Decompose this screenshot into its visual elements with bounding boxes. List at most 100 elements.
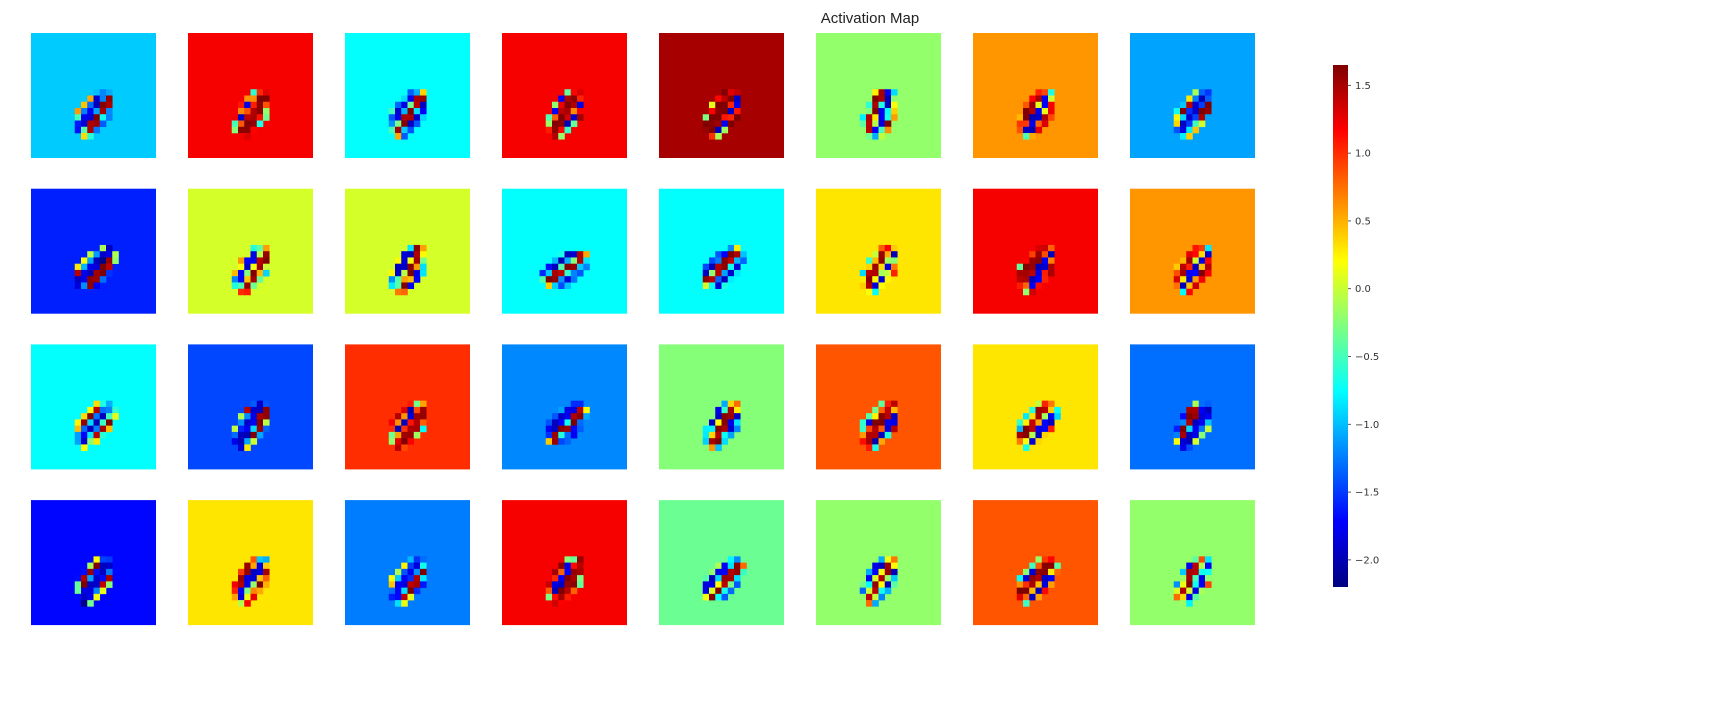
activation-pixel [263, 263, 270, 271]
activation-pixel [564, 251, 572, 258]
activation-pixel [721, 108, 729, 115]
activation-pixel [570, 568, 578, 576]
activation-pixel [263, 556, 270, 563]
activation-pixel [1029, 269, 1036, 277]
activation-pixel [570, 406, 578, 414]
activation-pixel [891, 263, 898, 271]
activation-pixel [1041, 114, 1049, 121]
activation-pixel [1186, 133, 1193, 140]
activation-map-25 [31, 500, 156, 626]
activation-pixel [395, 101, 402, 109]
activation-pixel [552, 133, 559, 140]
activation-pixel [1023, 581, 1030, 588]
activation-pixel [256, 413, 264, 420]
activation-pixel [727, 556, 735, 563]
activation-pixel [884, 568, 892, 576]
activation-pixel [721, 438, 729, 445]
activation-pixel [564, 263, 572, 271]
activation-pixel [1186, 282, 1193, 289]
activation-pixel [702, 114, 710, 121]
activation-pixel [1180, 263, 1187, 271]
activation-pixel [727, 269, 735, 277]
activation-pixel [1029, 114, 1036, 121]
activation-pixel [1023, 568, 1030, 576]
activation-pixel [238, 257, 245, 264]
activation-map-2 [188, 33, 313, 158]
activation-pixel [878, 276, 886, 283]
activation-pixel [1041, 89, 1049, 96]
activation-pixel [1016, 438, 1024, 445]
activation-pixel [884, 89, 892, 96]
activation-pixel [709, 425, 716, 433]
activation-pixel [231, 114, 239, 121]
activation-pixel [709, 587, 716, 595]
activation-pixel [721, 581, 729, 588]
activation-pixel [420, 413, 427, 420]
activation-map-14 [816, 188, 941, 314]
activation-pixel [545, 438, 553, 445]
activation-pixel [872, 120, 879, 128]
activation-pixel [81, 438, 88, 445]
activation-pixel [413, 120, 421, 128]
activation-pixel [1192, 593, 1200, 601]
activation-pixel [81, 593, 88, 601]
activation-pixel [74, 419, 82, 426]
activation-pixel [1173, 276, 1181, 283]
activation-pixel [1198, 95, 1206, 103]
activation-pixel [709, 120, 716, 128]
activation-pixel [577, 568, 584, 576]
activation-pixel [1192, 244, 1200, 252]
activation-pixel [250, 257, 258, 264]
activation-pixel [87, 419, 94, 426]
activation-pixel [878, 431, 886, 439]
activation-pixel [702, 126, 710, 134]
activation-pixel [564, 282, 572, 289]
activation-map-22 [816, 344, 941, 470]
activation-pixel [420, 406, 427, 414]
activation-pixel [388, 276, 396, 283]
activation-pixel [413, 114, 421, 121]
activation-pixel [878, 263, 886, 271]
activation-pixel [1029, 568, 1036, 576]
activation-pixel [878, 556, 886, 563]
activation-pixel [1029, 126, 1036, 134]
activation-pixel [1198, 120, 1206, 128]
activation-pixel [715, 282, 722, 289]
activation-pixel [884, 257, 892, 264]
activation-pixel [407, 251, 415, 258]
activation-pixel [558, 133, 565, 140]
activation-pixel [734, 562, 741, 570]
activation-pixel [878, 400, 886, 408]
activation-pixel [1023, 431, 1030, 439]
activation-pixel [1198, 276, 1206, 283]
activation-pixel [106, 101, 113, 109]
activation-pixel [1186, 425, 1193, 433]
activation-pixel [244, 587, 251, 595]
activation-pixel [420, 89, 427, 96]
activation-pixel [552, 431, 559, 439]
activation-pixel [1029, 133, 1036, 140]
activation-pixel [721, 282, 729, 289]
activation-pixel [106, 575, 113, 582]
activation-pixel [256, 120, 264, 128]
activation-pixel [1023, 593, 1030, 601]
activation-pixel [1016, 431, 1024, 439]
activation-pixel [93, 257, 101, 264]
activation-pixel [727, 425, 735, 433]
activation-pixel [1035, 257, 1043, 264]
activation-pixel [401, 438, 408, 445]
activation-pixel [859, 593, 867, 601]
activation-pixel [231, 593, 239, 601]
activation-pixel [263, 581, 270, 588]
activation-pixel [1023, 114, 1030, 121]
activation-pixel [1198, 114, 1206, 121]
activation-pixel [93, 400, 101, 408]
activation-pixel [99, 562, 107, 570]
activation-pixel [388, 438, 396, 445]
activation-pixel [866, 133, 873, 140]
activation-pixel [99, 89, 107, 96]
activation-pixel [558, 600, 565, 607]
activation-pixel [1035, 593, 1043, 601]
activation-pixel [256, 400, 264, 408]
activation-pixel [721, 263, 729, 271]
